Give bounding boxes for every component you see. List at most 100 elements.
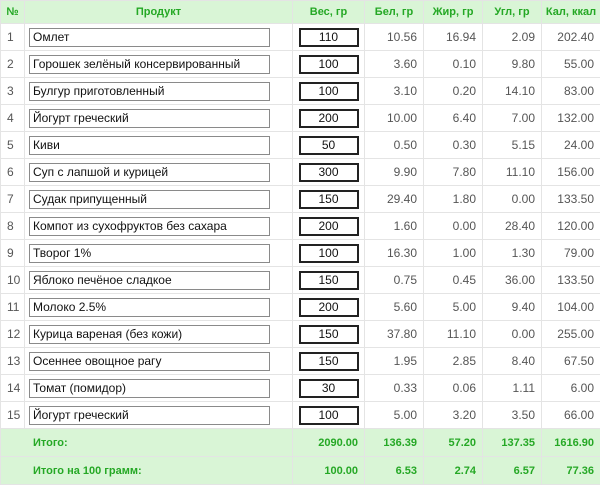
kcal-value: 132.00 — [541, 104, 600, 132]
carbs-value: 11.10 — [482, 158, 542, 186]
product-input[interactable]: Булгур приготовленный — [29, 81, 270, 101]
per100-carbs: 6.57 — [482, 456, 542, 485]
protein-value: 37.80 — [364, 320, 424, 348]
carbs-value: 1.30 — [482, 239, 542, 267]
table-row: 2 Горошек зелёный консервированный 100 3.60… — [0, 50, 600, 78]
table-row: 12 Курица вареная (без кожи) 150 37.80 11.10… — [0, 320, 600, 348]
product-input[interactable]: Омлет — [29, 27, 270, 47]
fat-value: 0.45 — [423, 266, 483, 294]
weight-input[interactable]: 30 — [298, 378, 359, 398]
protein-value: 0.75 — [364, 266, 424, 294]
product-input[interactable]: Молоко 2.5% — [29, 297, 270, 317]
fat-value: 0.30 — [423, 131, 483, 159]
product-input[interactable]: Творог 1% — [29, 243, 270, 263]
table-row: 3 Булгур приготовленный 100 3.10 0.20 14.10 83… — [0, 77, 600, 105]
row-number: 7 — [0, 185, 25, 213]
kcal-value: 255.00 — [541, 320, 600, 348]
weight-input[interactable]: 50 — [298, 135, 359, 155]
protein-value: 16.30 — [364, 239, 424, 267]
weight-cell: 110 — [292, 23, 365, 51]
weight-cell: 150 — [292, 185, 365, 213]
row-number: 3 — [0, 77, 25, 105]
weight-cell: 150 — [292, 320, 365, 348]
product-input[interactable]: Компот из сухофруктов без сахара — [29, 216, 270, 236]
fat-value: 3.20 — [423, 401, 483, 429]
product-cell: Томат (помидор) — [24, 374, 293, 402]
weight-input[interactable]: 200 — [298, 216, 359, 236]
col-header-kcal: Кал, ккал — [541, 0, 600, 24]
protein-value: 5.60 — [364, 293, 424, 321]
product-cell: Судак припущенный — [24, 185, 293, 213]
weight-input[interactable]: 150 — [298, 324, 359, 344]
kcal-value: 133.50 — [541, 185, 600, 213]
carbs-value: 2.09 — [482, 23, 542, 51]
carbs-value: 14.10 — [482, 77, 542, 105]
product-input[interactable]: Томат (помидор) — [29, 378, 270, 398]
product-input[interactable]: Йогурт греческий — [29, 405, 270, 425]
weight-input[interactable]: 110 — [298, 27, 359, 47]
product-cell: Молоко 2.5% — [24, 293, 293, 321]
weight-cell: 200 — [292, 212, 365, 240]
product-input[interactable]: Горошек зелёный консервированный — [29, 54, 270, 74]
product-input[interactable]: Курица вареная (без кожи) — [29, 324, 270, 344]
row-number: 5 — [0, 131, 25, 159]
table-row: 8 Компот из сухофруктов без сахара 200 1.60… — [0, 212, 600, 240]
weight-input[interactable]: 100 — [298, 54, 359, 74]
weight-input[interactable]: 100 — [298, 243, 359, 263]
weight-input[interactable]: 150 — [298, 270, 359, 290]
protein-value: 5.00 — [364, 401, 424, 429]
product-input[interactable]: Киви — [29, 135, 270, 155]
carbs-value: 5.15 — [482, 131, 542, 159]
product-cell: Творог 1% — [24, 239, 293, 267]
col-header-num: № — [0, 0, 25, 24]
weight-input[interactable]: 100 — [298, 81, 359, 101]
protein-value: 3.10 — [364, 77, 424, 105]
row-number: 4 — [0, 104, 25, 132]
product-input[interactable]: Йогурт греческий — [29, 108, 270, 128]
weight-input[interactable]: 150 — [298, 351, 359, 371]
row-number: 2 — [0, 50, 25, 78]
table-row: 6 Суп с лапшой и курицей 300 9.90 7.80 11.10 1… — [0, 158, 600, 186]
weight-cell: 30 — [292, 374, 365, 402]
weight-cell: 150 — [292, 266, 365, 294]
col-header-protein: Бел, гр — [364, 0, 424, 24]
table-row: 7 Судак припущенный 150 29.40 1.80 0.00 133.50 — [0, 185, 600, 213]
weight-cell: 200 — [292, 293, 365, 321]
product-input[interactable]: Осеннее овощное рагу — [29, 351, 270, 371]
protein-value: 1.95 — [364, 347, 424, 375]
weight-input[interactable]: 150 — [298, 189, 359, 209]
carbs-value: 36.00 — [482, 266, 542, 294]
totals-weight: 2090.00 — [292, 428, 365, 457]
product-input[interactable]: Яблоко печёное сладкое — [29, 270, 270, 290]
product-cell: Йогурт греческий — [24, 104, 293, 132]
fat-value: 0.06 — [423, 374, 483, 402]
protein-value: 9.90 — [364, 158, 424, 186]
fat-value: 0.20 — [423, 77, 483, 105]
carbs-value: 28.40 — [482, 212, 542, 240]
product-cell: Омлет — [24, 23, 293, 51]
weight-input[interactable]: 300 — [298, 162, 359, 182]
weight-cell: 150 — [292, 347, 365, 375]
weight-input[interactable]: 200 — [298, 297, 359, 317]
totals-kcal: 1616.90 — [541, 428, 600, 457]
product-cell: Киви — [24, 131, 293, 159]
row-number: 1 — [0, 23, 25, 51]
per100-weight: 100.00 — [292, 456, 365, 485]
per100-protein: 6.53 — [364, 456, 424, 485]
weight-input[interactable]: 100 — [298, 405, 359, 425]
product-input[interactable]: Судак припущенный — [29, 189, 270, 209]
carbs-value: 1.11 — [482, 374, 542, 402]
table-row: 13 Осеннее овощное рагу 150 1.95 2.85 8.40 67.… — [0, 347, 600, 375]
product-input[interactable]: Суп с лапшой и курицей — [29, 162, 270, 182]
row-number: 8 — [0, 212, 25, 240]
weight-input[interactable]: 200 — [298, 108, 359, 128]
carbs-value: 0.00 — [482, 185, 542, 213]
protein-value: 10.00 — [364, 104, 424, 132]
per100-kcal: 77.36 — [541, 456, 600, 485]
totals-label: Итого: — [0, 428, 293, 457]
table-row: 9 Творог 1% 100 16.30 1.00 1.30 79.00 — [0, 239, 600, 267]
row-number: 11 — [0, 293, 25, 321]
weight-cell: 100 — [292, 239, 365, 267]
fat-value: 0.10 — [423, 50, 483, 78]
table-row: 1 Омлет 110 10.56 16.94 2.09 202.40 — [0, 23, 600, 51]
